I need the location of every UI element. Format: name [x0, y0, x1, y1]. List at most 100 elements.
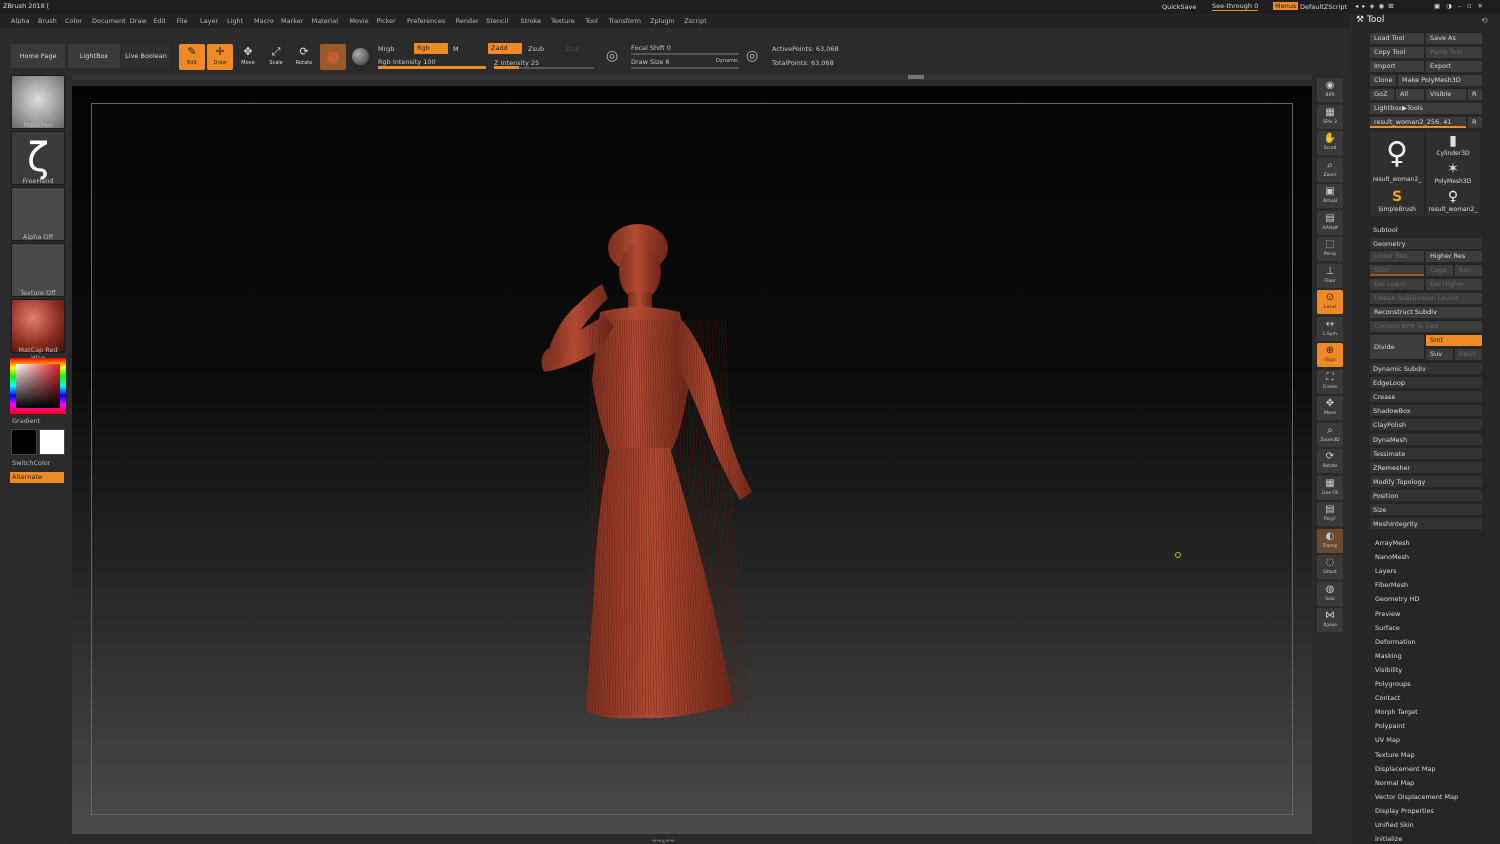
shelf-aahalf-button[interactable]: ▤ AAHalf	[1317, 210, 1343, 235]
section-polypaint[interactable]: Polypaint	[1375, 722, 1405, 730]
goz-visible-button[interactable]: Visible	[1426, 89, 1466, 100]
reuv-toggle[interactable]: ReUV	[1455, 349, 1482, 360]
subtool-section[interactable]: Subtool	[1370, 224, 1482, 236]
draw-mode-button[interactable]: ✛ Draw	[207, 44, 233, 70]
section-vector-displacement-map[interactable]: Vector Displacement Map	[1375, 793, 1458, 801]
geometry-shadowbox[interactable]: ShadowBox	[1370, 405, 1482, 418]
import-button[interactable]: Import	[1370, 61, 1424, 72]
shelf-actual-button[interactable]: ▣ Actual	[1317, 184, 1343, 208]
tool-tile-simplebrush[interactable]: S SimpleBrush	[1370, 188, 1424, 216]
shelf-transp-button[interactable]: ◐ Transp	[1317, 528, 1343, 553]
shelf-floor-button[interactable]: ⊥ Floor	[1317, 263, 1343, 288]
tool-tile-cylinder[interactable]: ▮ Cylinder3D	[1426, 132, 1480, 160]
bottom-tray-handle[interactable]: ▬▬▲▬▬	[652, 838, 730, 844]
shelf-xpose-button[interactable]: ⋈ Xpose	[1317, 608, 1343, 632]
section-fibermesh[interactable]: FiberMesh	[1375, 581, 1408, 589]
switch-color-button[interactable]: SwitchColor	[12, 459, 66, 467]
shelf-ghost-button[interactable]: ◌ Ghost	[1317, 555, 1343, 579]
menu-stencil[interactable]: Stencil	[486, 17, 508, 25]
menu-zscript[interactable]: Zscript	[684, 17, 707, 25]
section-surface[interactable]: Surface	[1375, 624, 1400, 632]
geometry-dynamic-subdiv[interactable]: Dynamic Subdiv	[1370, 363, 1482, 375]
menu-movie[interactable]: Movie	[349, 17, 368, 25]
load-tool-button[interactable]: Load Tool	[1370, 33, 1424, 44]
color-picker-square[interactable]	[16, 364, 60, 408]
tool-tile-woman-2[interactable]: ♀ result_woman2_	[1426, 188, 1480, 216]
section-displacement-map[interactable]: Displacement Map	[1375, 765, 1435, 773]
focal-s-icon[interactable]: ◎	[606, 48, 618, 64]
material-swatch-button[interactable]: ●	[320, 44, 346, 70]
dynamic-toggle[interactable]: Dynamic	[716, 58, 738, 64]
draw-size-slider[interactable]	[631, 67, 739, 69]
menu-transform[interactable]: Transform	[609, 17, 641, 25]
section-deformation[interactable]: Deformation	[1375, 638, 1416, 646]
section-display-properties[interactable]: Display Properties	[1375, 807, 1434, 815]
section-geometry-hd[interactable]: Geometry HD	[1375, 595, 1419, 603]
menu-material[interactable]: Material	[312, 17, 338, 25]
zsub-toggle[interactable]: Zsub	[528, 45, 544, 53]
copy-tool-button[interactable]: Copy Tool	[1370, 47, 1424, 58]
default-zscript-button[interactable]: DefaultZScript	[1300, 3, 1347, 11]
goz-r-button[interactable]: R	[1468, 89, 1482, 100]
palette-reset-icon[interactable]: ⟲	[1481, 16, 1488, 25]
shelf-local-button[interactable]: ⊙ Local	[1317, 290, 1343, 314]
paste-tool-button[interactable]: Paste Tool	[1426, 47, 1482, 58]
sdiv-slider[interactable]: SDiv	[1370, 265, 1424, 276]
tool-tile-woman[interactable]: ♀ result_woman2_	[1370, 132, 1424, 188]
home-page-button[interactable]: Home Page	[11, 44, 65, 68]
shelf-qxyz-button[interactable]: ⊕ Qxyz	[1317, 343, 1343, 367]
section-initialize[interactable]: Initialize	[1375, 835, 1402, 843]
menu-color[interactable]: Color	[65, 17, 82, 25]
shelf-move-button[interactable]: ✥ Move	[1317, 396, 1343, 420]
tool-tile-polymesh[interactable]: ✶ PolyMesh3D	[1426, 160, 1480, 188]
make-polymesh-button[interactable]: Make PolyMesh3D	[1398, 75, 1482, 86]
quicksave-button[interactable]: QuickSave	[1162, 3, 1196, 11]
convert-bpr-button[interactable]: Convert BPR To Geo	[1370, 321, 1482, 332]
menu-brush[interactable]: Brush	[38, 17, 57, 25]
viewport-scroll-handle[interactable]	[908, 75, 924, 79]
geometry-position[interactable]: Position	[1370, 489, 1482, 502]
menu-layer[interactable]: Layer	[200, 17, 218, 25]
export-button[interactable]: Export	[1426, 61, 1482, 72]
menu-light[interactable]: Light	[227, 17, 243, 25]
shelf-scroll-button[interactable]: ✋ Scroll	[1317, 131, 1343, 155]
freeze-subdivision-button[interactable]: Freeze SubDivision Levels	[1370, 293, 1482, 304]
menu-file[interactable]: File	[177, 17, 188, 25]
edit-mode-button[interactable]: ✎ Edit	[179, 44, 205, 70]
lower-res-button[interactable]: Lower Res	[1370, 251, 1424, 262]
shelf-zoom-button[interactable]: ⌕ Zoom	[1317, 157, 1343, 182]
layout-icons[interactable]: ◂▸◈◉⊞	[1355, 2, 1398, 10]
current-tool-slider[interactable]: result_woman2_256. 41	[1370, 117, 1466, 128]
gradient-sphere-icon[interactable]	[352, 48, 369, 65]
save-as-button[interactable]: Save As	[1426, 33, 1482, 44]
sculpted-model-woman[interactable]	[530, 220, 770, 732]
zcut-toggle[interactable]: Zcut	[565, 45, 580, 53]
menus-toggle[interactable]: Menus	[1273, 2, 1299, 10]
geometry-size[interactable]: Size	[1370, 504, 1482, 516]
goz-all-button[interactable]: All	[1396, 89, 1424, 100]
viewport-scrollbar-top[interactable]	[72, 74, 1312, 80]
geometry-modify-topology[interactable]: Modify Topology	[1370, 475, 1482, 488]
zadd-toggle[interactable]: Zadd	[488, 43, 522, 54]
del-lower-button[interactable]: Del Lower	[1370, 279, 1424, 290]
geometry-edgeloop[interactable]: EdgeLoop	[1370, 377, 1482, 390]
shelf-line-fill-button[interactable]: ▦ Line Fill	[1317, 475, 1343, 500]
focal-shift-slider[interactable]	[631, 53, 739, 55]
menu-zplugin[interactable]: Zplugin	[650, 17, 675, 25]
section-uv-map[interactable]: UV Map	[1375, 736, 1400, 744]
move-mode-button[interactable]: ✥ Move	[235, 44, 261, 70]
section-preview[interactable]: Preview	[1375, 610, 1400, 618]
smt-toggle[interactable]: Smt	[1426, 335, 1482, 346]
section-morph-target[interactable]: Morph Target	[1375, 708, 1418, 716]
rgb-toggle[interactable]: Rgb	[414, 43, 448, 54]
see-through-slider[interactable]: See-through 0	[1212, 2, 1259, 11]
geometry-crease[interactable]: Crease	[1370, 391, 1482, 404]
shelf-solo-button[interactable]: ◍ Solo	[1317, 581, 1343, 606]
menu-marker[interactable]: Marker	[281, 17, 303, 25]
primary-color-swatch[interactable]	[39, 429, 65, 455]
geometry-meshintegrity[interactable]: MeshIntegrity	[1370, 518, 1482, 531]
lightbox-button[interactable]: LightBox	[68, 44, 120, 68]
divide-button[interactable]: Divide	[1370, 335, 1424, 359]
shelf-frame-button[interactable]: ⛶ Frame	[1317, 369, 1343, 394]
reconstruct-subdiv-button[interactable]: Reconstruct Subdiv	[1370, 307, 1482, 318]
